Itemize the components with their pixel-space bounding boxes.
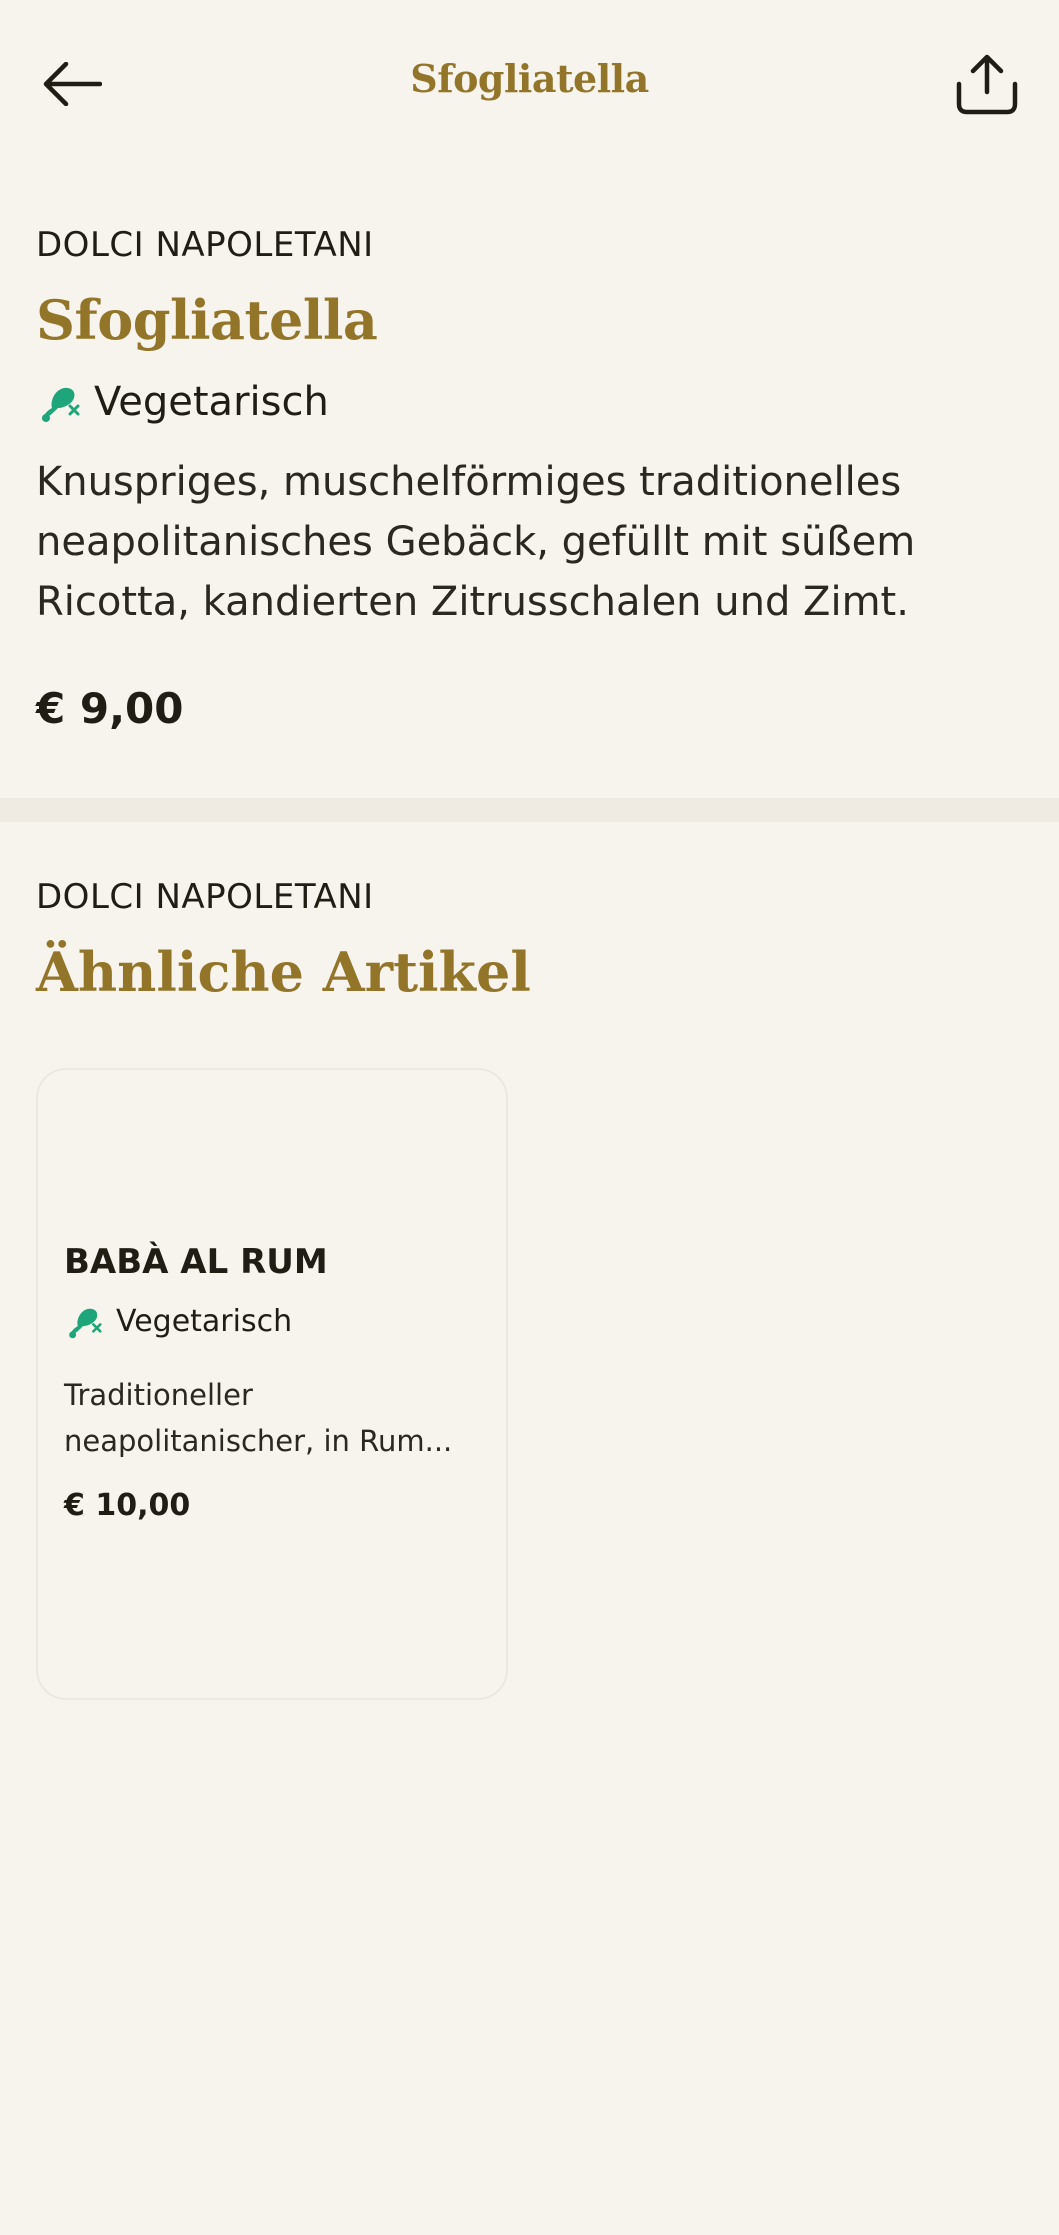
section-divider — [0, 798, 1059, 822]
similar-section: DOLCI NAPOLETANI Ähnliche Artikel — [36, 872, 1026, 1008]
share-upload-icon — [956, 54, 1018, 115]
card-item-price: € 10,00 — [64, 1488, 191, 1523]
product-detail: DOLCI NAPOLETANI Sfogliatella Vegetarisc… — [36, 220, 1026, 733]
diet-label: Vegetarisch — [94, 379, 329, 425]
top-app-bar: Sfogliatella — [0, 0, 1059, 170]
similar-category: DOLCI NAPOLETANI — [36, 877, 374, 917]
share-button[interactable] — [951, 48, 1023, 120]
no-meat-icon — [42, 387, 80, 422]
no-meat-icon — [69, 1308, 102, 1339]
similar-title: Ähnliche Artikel — [36, 940, 531, 1004]
card-item-description: Traditioneller neapolitanischer, in Rum.… — [64, 1378, 453, 1458]
card-diet-label: Vegetarisch — [116, 1303, 293, 1339]
product-description: Knuspriges, muschelförmiges traditionell… — [36, 459, 916, 625]
product-price: € 9,00 — [36, 684, 184, 733]
card-diet-tag: Vegetarisch — [64, 1302, 292, 1340]
product-name: Sfogliatella — [36, 288, 378, 352]
card-image-placeholder — [38, 1070, 506, 1235]
diet-tag: Vegetarisch — [36, 374, 1026, 430]
similar-item-card[interactable]: BABÀ AL RUM Vegetarisch Traditioneller n… — [36, 1068, 508, 1700]
page-title: Sfogliatella — [410, 56, 649, 101]
product-category: DOLCI NAPOLETANI — [36, 225, 374, 265]
card-item-name: BABÀ AL RUM — [64, 1242, 328, 1282]
